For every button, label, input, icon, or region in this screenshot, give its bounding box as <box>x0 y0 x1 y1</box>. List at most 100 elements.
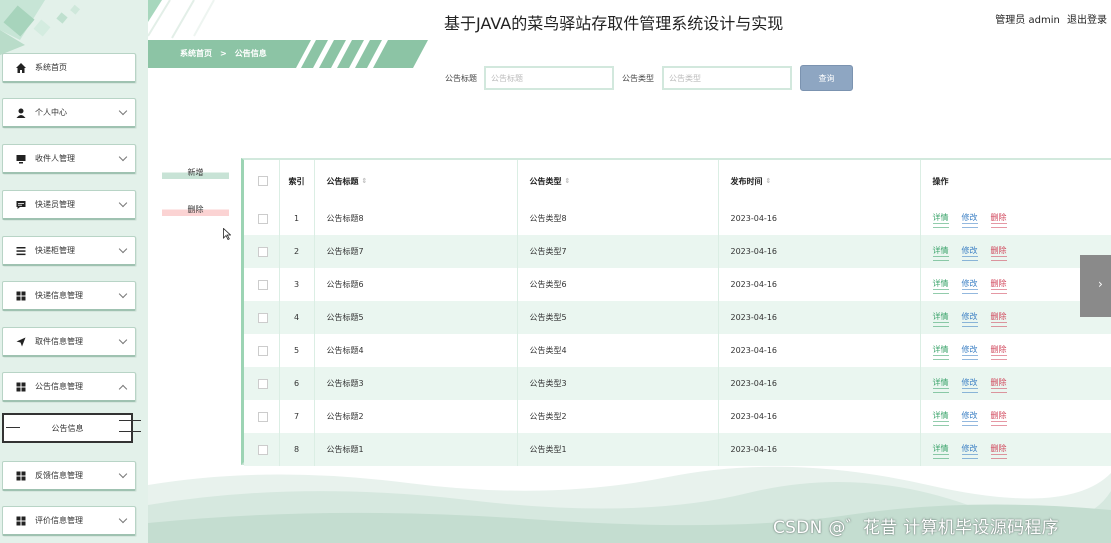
mouse-cursor-icon <box>223 228 231 240</box>
chevron-down-icon <box>118 335 128 345</box>
edit-link[interactable]: 修改 <box>961 212 978 228</box>
checkbox[interactable] <box>258 444 268 455</box>
sidebar-item-feedback-management[interactable]: 反馈信息管理 <box>2 461 136 491</box>
table-row: 7 公告标题2 公告类型2 2023-04-16 详情 修改 删除 <box>244 400 1111 433</box>
row-ops-cell: 详情 修改 删除 <box>920 334 1111 367</box>
detail-link[interactable]: 详情 <box>932 344 949 360</box>
page-title: 基于JAVA的菜鸟驿站存取件管理系统设计与实现 <box>444 14 784 33</box>
row-time-cell: 2023-04-16 <box>718 202 921 235</box>
home-icon <box>15 62 27 74</box>
edit-link[interactable]: 修改 <box>961 278 978 294</box>
logout-link[interactable]: 退出登录 <box>1067 15 1107 26</box>
sort-icon[interactable]: ⇕ <box>565 177 571 185</box>
header-ops: 操作 <box>920 160 1111 202</box>
row-type-cell: 公告类型3 <box>517 367 719 400</box>
row-select-cell[interactable] <box>244 202 280 235</box>
add-button[interactable]: 新增 <box>162 166 229 179</box>
breadcrumb-separator: > <box>220 49 227 58</box>
checkbox[interactable] <box>258 246 268 257</box>
delete-link[interactable]: 删除 <box>990 344 1007 360</box>
search-button[interactable]: 查询 <box>800 65 853 91</box>
list-icon <box>15 245 27 257</box>
row-time-cell: 2023-04-16 <box>718 400 921 433</box>
sidebar-item-pickup-info-management[interactable]: 取件信息管理 <box>2 327 136 357</box>
header-type[interactable]: 公告类型 ⇕ <box>517 160 719 202</box>
row-select-cell[interactable] <box>244 367 280 400</box>
delete-link[interactable]: 删除 <box>990 377 1007 393</box>
monitor-icon <box>15 153 27 165</box>
row-title-cell: 公告标题7 <box>314 235 518 268</box>
row-select-cell[interactable] <box>244 268 280 301</box>
sidebar-item-courier-management[interactable]: 快递员管理 <box>2 190 136 220</box>
checkbox[interactable] <box>258 312 268 323</box>
sidebar-header-decoration <box>0 0 80 55</box>
row-select-cell[interactable] <box>244 301 280 334</box>
detail-link[interactable]: 详情 <box>932 377 949 393</box>
delete-link[interactable]: 删除 <box>990 245 1007 261</box>
delete-link[interactable]: 删除 <box>990 212 1007 228</box>
row-title-cell: 公告标题4 <box>314 334 518 367</box>
sort-icon[interactable]: ⇕ <box>362 177 368 185</box>
header-select-all[interactable] <box>244 160 280 202</box>
detail-link[interactable]: 详情 <box>932 212 949 228</box>
chevron-down-icon <box>118 514 128 524</box>
chevron-down-icon <box>118 152 128 162</box>
row-index-cell: 6 <box>279 367 315 400</box>
checkbox[interactable] <box>258 213 268 224</box>
sidebar-item-personal-center[interactable]: 个人中心 <box>2 98 136 128</box>
header-time-label: 发布时间 <box>730 176 763 186</box>
breadcrumb: 系统首页 > 公告信息 <box>176 48 271 59</box>
edit-link[interactable]: 修改 <box>961 245 978 261</box>
row-select-cell[interactable] <box>244 400 280 433</box>
sidebar-item-recipient-management[interactable]: 收件人管理 <box>2 144 136 174</box>
row-index-cell: 5 <box>279 334 315 367</box>
delete-link[interactable]: 删除 <box>990 410 1007 426</box>
sidebar-item-announcement-management[interactable]: 公告信息管理 <box>2 372 136 402</box>
chevron-down-icon <box>118 469 128 479</box>
sort-icon[interactable]: ⇕ <box>766 177 772 185</box>
checkbox[interactable] <box>258 378 268 389</box>
delete-button[interactable]: 删除 <box>162 203 229 216</box>
chat-icon <box>15 199 27 211</box>
edit-link[interactable]: 修改 <box>961 311 978 327</box>
side-arrow-tab[interactable]: › <box>1080 255 1111 317</box>
detail-link[interactable]: 详情 <box>932 278 949 294</box>
sidebar-item-label: 快递员管理 <box>35 200 75 209</box>
delete-link[interactable]: 删除 <box>990 278 1007 294</box>
sidebar-item-parcel-info-management[interactable]: 快递信息管理 <box>2 281 136 311</box>
checkbox[interactable] <box>258 176 268 186</box>
search-title-label: 公告标题 <box>445 74 477 83</box>
row-select-cell[interactable] <box>244 235 280 268</box>
sidebar-item-locker-management[interactable]: 快递柜管理 <box>2 236 136 266</box>
header-time[interactable]: 发布时间 ⇕ <box>718 160 921 202</box>
edit-link[interactable]: 修改 <box>961 377 978 393</box>
row-ops-cell: 详情 修改 删除 <box>920 367 1111 400</box>
detail-link[interactable]: 详情 <box>932 410 949 426</box>
row-select-cell[interactable] <box>244 334 280 367</box>
sidebar-subitem-announcement-info[interactable]: 公告信息 <box>2 413 141 443</box>
row-title-cell: 公告标题8 <box>314 202 518 235</box>
row-title-cell: 公告标题5 <box>314 301 518 334</box>
chevron-down-icon <box>118 198 128 208</box>
search-type-label: 公告类型 <box>622 74 654 83</box>
table-header-row: 索引 公告标题 ⇕ 公告类型 ⇕ 发布时间 ⇕ 操作 <box>244 160 1111 202</box>
header-ops-label: 操作 <box>932 176 949 186</box>
sidebar-item-home[interactable]: 系统首页 <box>2 53 136 83</box>
delete-link[interactable]: 删除 <box>990 311 1007 327</box>
detail-link[interactable]: 详情 <box>932 311 949 327</box>
checkbox[interactable] <box>258 345 268 356</box>
sidebar-item-label: 公告信息管理 <box>35 382 83 391</box>
sidebar-item-label: 反馈信息管理 <box>35 471 83 480</box>
search-type-input[interactable] <box>662 66 792 90</box>
sidebar-item-label: 收件人管理 <box>35 154 75 163</box>
search-title-input[interactable] <box>484 66 614 90</box>
sidebar-item-review-management[interactable]: 评价信息管理 <box>2 506 136 536</box>
edit-link[interactable]: 修改 <box>961 410 978 426</box>
edit-link[interactable]: 修改 <box>961 344 978 360</box>
checkbox[interactable] <box>258 279 268 290</box>
header-title[interactable]: 公告标题 ⇕ <box>314 160 518 202</box>
checkbox[interactable] <box>258 411 268 422</box>
detail-link[interactable]: 详情 <box>932 245 949 261</box>
breadcrumb-home[interactable]: 系统首页 <box>180 49 212 58</box>
grid-icon <box>15 290 27 302</box>
